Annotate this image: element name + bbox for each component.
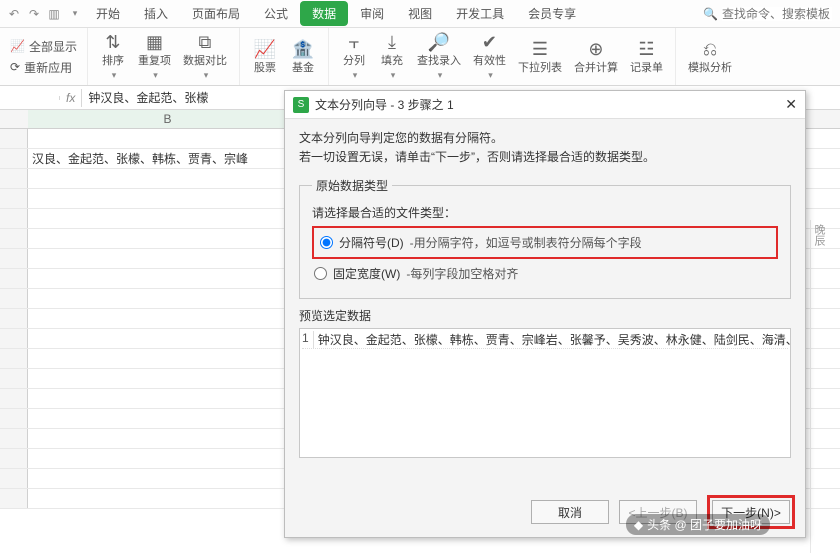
preview-label: 预览选定数据 [299, 307, 791, 324]
validity-icon: ✔ [482, 32, 497, 53]
reapply-button[interactable]: ⟳重新应用 [6, 58, 81, 77]
duplicate-icon: ▦ [146, 32, 163, 53]
cell-b2[interactable]: 汉良、金起范、张檬、韩栋、贾青、宗峰 [28, 149, 308, 168]
duplicates-button[interactable]: ▦重复项 [132, 30, 177, 82]
fixed-width-radio[interactable] [314, 267, 327, 280]
column-header-b[interactable]: B [28, 110, 308, 128]
sort-icon: ⇅ [105, 32, 120, 53]
watermark: ◆ 头条 @ 团子要加油呀 [626, 514, 770, 535]
fund-icon: 🏦 [292, 39, 314, 60]
undo-icon[interactable]: ↶ [4, 4, 24, 24]
delimited-label: 分隔符号(D) [339, 234, 404, 251]
funnel-icon: 📈 [10, 39, 25, 53]
tab-dev[interactable]: 开发工具 [444, 1, 516, 26]
ribbon-tabs: ↶ ↷ ▥ 开始 插入 页面布局 公式 数据 审阅 视图 开发工具 会员专享 🔍 [0, 0, 840, 28]
preview-row: 1 钟汉良、金起范、张檬、韩栋、贾青、宗峰岩、张馨予、吴秀波、林永健、陆剑民、海… [302, 331, 788, 349]
tab-data[interactable]: 数据 [300, 1, 348, 26]
delimited-desc: -用分隔字符，如逗号或制表符分隔每个字段 [410, 234, 642, 251]
fx-icon[interactable]: fx [60, 89, 82, 107]
tab-home[interactable]: 开始 [84, 1, 132, 26]
stock-button[interactable]: 📈股票 [246, 37, 284, 76]
consolidate-icon: ⊕ [588, 39, 603, 60]
fill-icon: ⤓ [388, 32, 396, 53]
tab-formula[interactable]: 公式 [252, 1, 300, 26]
tab-view[interactable]: 视图 [396, 1, 444, 26]
refresh-icon: ⟳ [10, 60, 20, 74]
search-input[interactable] [722, 7, 832, 21]
text-to-columns-dialog: S 文本分列向导 - 3 步骤之 1 ✕ 文本分列向导判定您的数据有分隔符。 若… [284, 90, 806, 538]
tab-layout[interactable]: 页面布局 [180, 1, 252, 26]
simulation-button[interactable]: ⎌模拟分析 [682, 37, 738, 76]
fill-button[interactable]: ⤓填充 [373, 30, 411, 82]
original-data-type-group: 原始数据类型 请选择最合适的文件类型： 分隔符号(D) -用分隔字符，如逗号或制… [299, 177, 791, 298]
text-to-columns-button[interactable]: ⫟分列 [335, 30, 373, 82]
redo-icon[interactable]: ↷ [24, 4, 44, 24]
preview-row-num: 1 [302, 331, 314, 348]
dialog-title: 文本分列向导 - 3 步骤之 1 [315, 96, 454, 113]
group-legend: 原始数据类型 [312, 177, 392, 194]
save-icon[interactable]: ▥ [44, 4, 64, 24]
fund-button[interactable]: 🏦基金 [284, 37, 322, 76]
toutiao-icon: ◆ [634, 518, 643, 532]
data-compare-button[interactable]: ⧉数据对比 [177, 30, 233, 82]
preview-row-text: 钟汉良、金起范、张檬、韩栋、贾青、宗峰岩、张馨予、吴秀波、林永健、陆剑民、海清、 [314, 331, 791, 348]
dropdown-list-button[interactable]: ☰下拉列表 [512, 37, 568, 76]
search-icon: 🔍 [703, 7, 718, 21]
record-icon: ☳ [638, 39, 654, 60]
right-pane: 晚辰 [810, 220, 840, 553]
tab-insert[interactable]: 插入 [132, 1, 180, 26]
find-icon: 🔎 [428, 32, 450, 53]
validity-button[interactable]: ✔有效性 [467, 30, 512, 82]
name-box[interactable] [0, 96, 60, 100]
dialog-desc-1: 文本分列向导判定您的数据有分隔符。 [299, 129, 791, 148]
qa-more-icon[interactable] [64, 4, 84, 24]
split-icon: ⫟ [349, 32, 360, 53]
consolidate-button[interactable]: ⊕合并计算 [568, 37, 624, 76]
app-logo-icon: S [293, 97, 309, 113]
command-search[interactable]: 🔍 [703, 7, 840, 21]
tab-review[interactable]: 审阅 [348, 1, 396, 26]
tab-vip[interactable]: 会员专享 [516, 1, 588, 26]
preview-box[interactable]: 1 钟汉良、金起范、张檬、韩栋、贾青、宗峰岩、张馨予、吴秀波、林永健、陆剑民、海… [299, 328, 791, 458]
dropdown-icon: ☰ [532, 39, 548, 60]
find-input-button[interactable]: 🔎查找录入 [411, 30, 467, 82]
highlight-box: 分隔符号(D) -用分隔字符，如逗号或制表符分隔每个字段 [312, 226, 778, 259]
select-all-corner[interactable] [0, 110, 28, 128]
show-all-button[interactable]: 📈全部显示 [6, 37, 81, 56]
record-form-button[interactable]: ☳记录单 [624, 37, 669, 76]
ribbon: 📈全部显示 ⟳重新应用 ⇅排序 ▦重复项 ⧉数据对比 📈股票 🏦基金 ⫟分列 ⤓… [0, 28, 840, 86]
fixed-width-label: 固定宽度(W) [333, 265, 400, 282]
stock-icon: 📈 [254, 39, 276, 60]
sort-button[interactable]: ⇅排序 [94, 30, 132, 82]
compare-icon: ⧉ [199, 32, 212, 53]
fixed-width-desc: -每列字段加空格对齐 [406, 265, 518, 282]
preview-section: 预览选定数据 1 钟汉良、金起范、张檬、韩栋、贾青、宗峰岩、张馨予、吴秀波、林永… [299, 307, 791, 458]
simulation-icon: ⎌ [703, 39, 717, 60]
file-type-prompt: 请选择最合适的文件类型： [312, 204, 778, 223]
delimited-radio[interactable] [320, 236, 333, 249]
close-icon[interactable]: ✕ [785, 96, 797, 113]
dialog-desc-2: 若一切设置无误，请单击“下一步”，否则请选择最合适的数据类型。 [299, 148, 791, 167]
cancel-button[interactable]: 取消 [531, 500, 609, 524]
